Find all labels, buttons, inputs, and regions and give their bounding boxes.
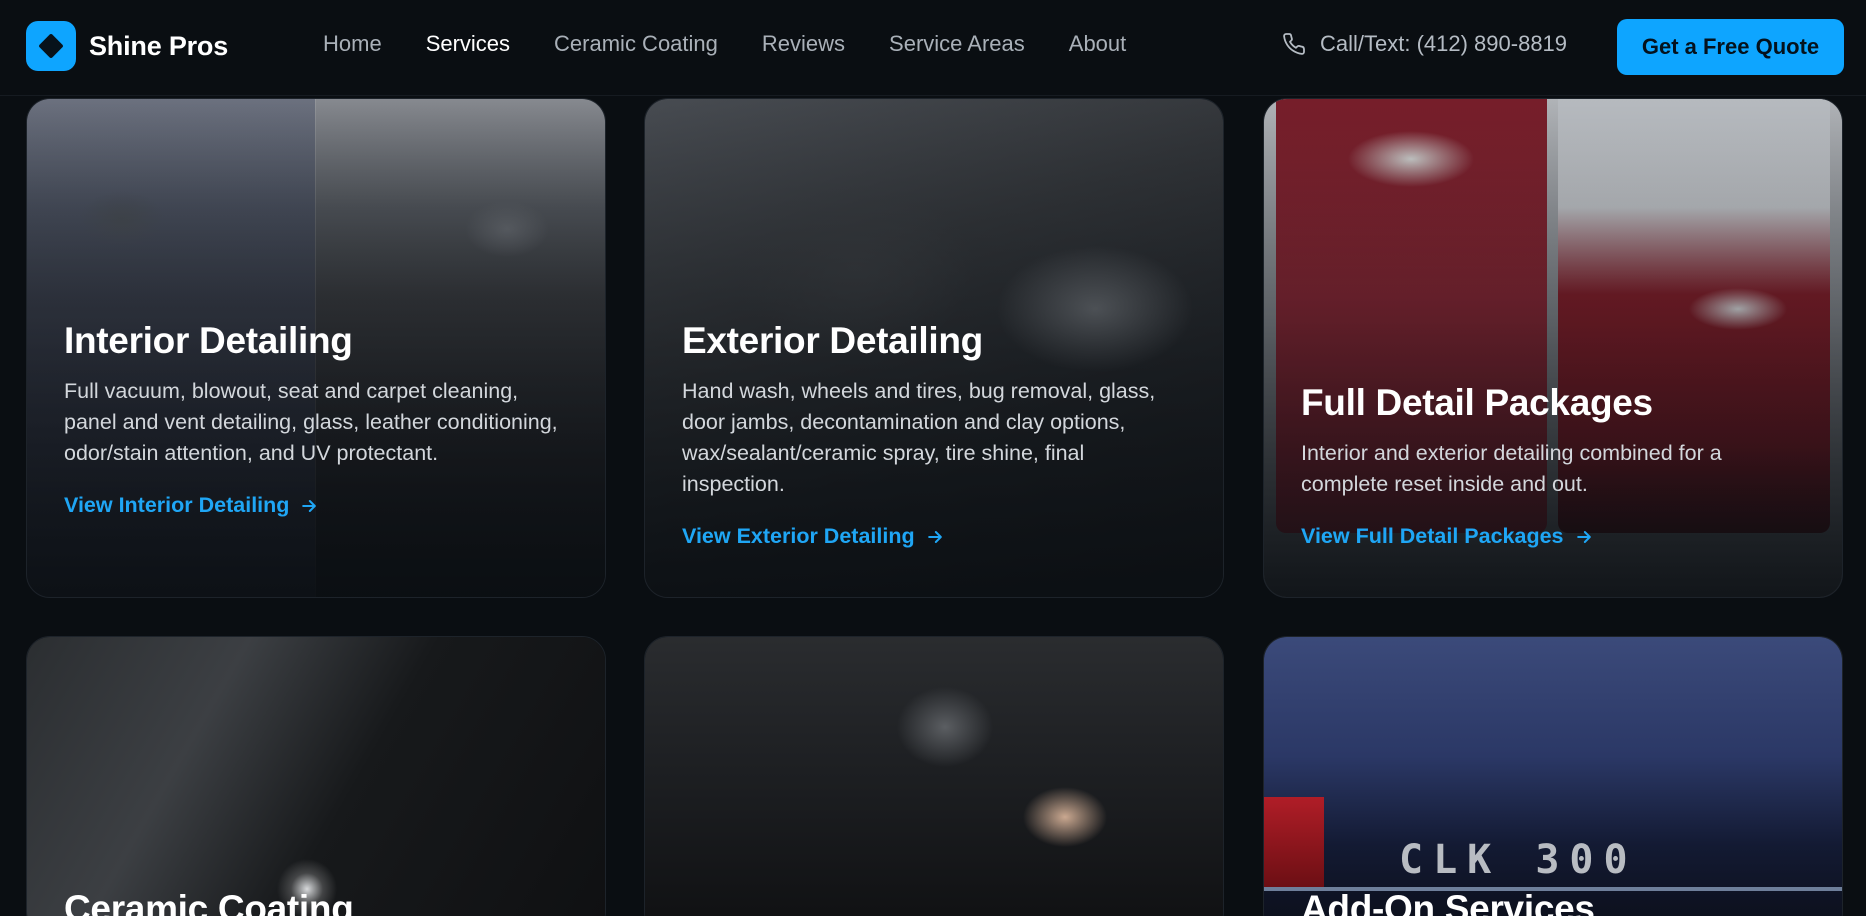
diamond-logo-icon (26, 21, 76, 71)
nav-home[interactable]: Home (323, 31, 382, 57)
nav-services[interactable]: Services (426, 31, 510, 57)
brand-name: Shine Pros (89, 30, 229, 61)
service-card-exterior[interactable]: Exterior Detailing Hand wash, wheels and… (644, 98, 1224, 598)
link-label: View Full Detail Packages (1301, 524, 1564, 548)
site-header: Shine Pros Home Services Ceramic Coating… (0, 0, 1866, 96)
service-card-ceramic[interactable]: Ceramic Coating (26, 636, 606, 916)
service-card-interior[interactable]: Interior Detailing Full vacuum, blowout,… (26, 98, 606, 598)
arrow-right-icon (1576, 530, 1591, 543)
card-title: Add-On Services (1301, 888, 1595, 916)
ceramic-image (27, 637, 605, 916)
service-card-polish[interactable] (644, 636, 1224, 916)
addon-image: CLK 300 (1264, 637, 1842, 916)
card-title: Ceramic Coating (64, 888, 354, 916)
card-description: Full vacuum, blowout, seat and carpet cl… (64, 379, 558, 465)
main-nav: Home Services Ceramic Coating Reviews Se… (323, 31, 1170, 57)
nav-reviews[interactable]: Reviews (762, 31, 845, 57)
card-description: Interior and exterior detailing combined… (1301, 441, 1722, 496)
link-label: View Interior Detailing (64, 493, 290, 517)
car-badge: CLK 300 (1399, 837, 1638, 883)
logo[interactable]: Shine Pros (26, 21, 228, 71)
card-title: Exterior Detailing (682, 320, 983, 361)
arrow-right-icon (927, 530, 942, 543)
nav-ceramic-coating[interactable]: Ceramic Coating (554, 31, 718, 57)
arrow-right-icon (302, 499, 317, 512)
view-interior-link[interactable]: View Interior Detailing (64, 493, 319, 518)
link-label: View Exterior Detailing (682, 524, 915, 548)
view-full-detail-link[interactable]: View Full Detail Packages (1301, 524, 1594, 549)
get-quote-button[interactable]: Get a Free Quote (1617, 19, 1844, 75)
card-title: Interior Detailing (64, 320, 353, 361)
polish-image (645, 637, 1223, 916)
card-title: Full Detail Packages (1301, 382, 1653, 423)
service-card-addon[interactable]: CLK 300 Add-On Services (1263, 636, 1843, 916)
view-exterior-link[interactable]: View Exterior Detailing (682, 524, 945, 549)
nav-about[interactable]: About (1069, 31, 1127, 57)
phone-icon (1283, 33, 1305, 55)
card-description: Hand wash, wheels and tires, bug removal… (682, 379, 1156, 496)
nav-service-areas[interactable]: Service Areas (889, 31, 1025, 57)
phone-link[interactable]: Call/Text: (412) 890-8819 (1282, 31, 1567, 57)
phone-number: Call/Text: (412) 890-8819 (1320, 31, 1568, 56)
service-card-full-detail[interactable]: Full Detail Packages Interior and exteri… (1263, 98, 1843, 598)
